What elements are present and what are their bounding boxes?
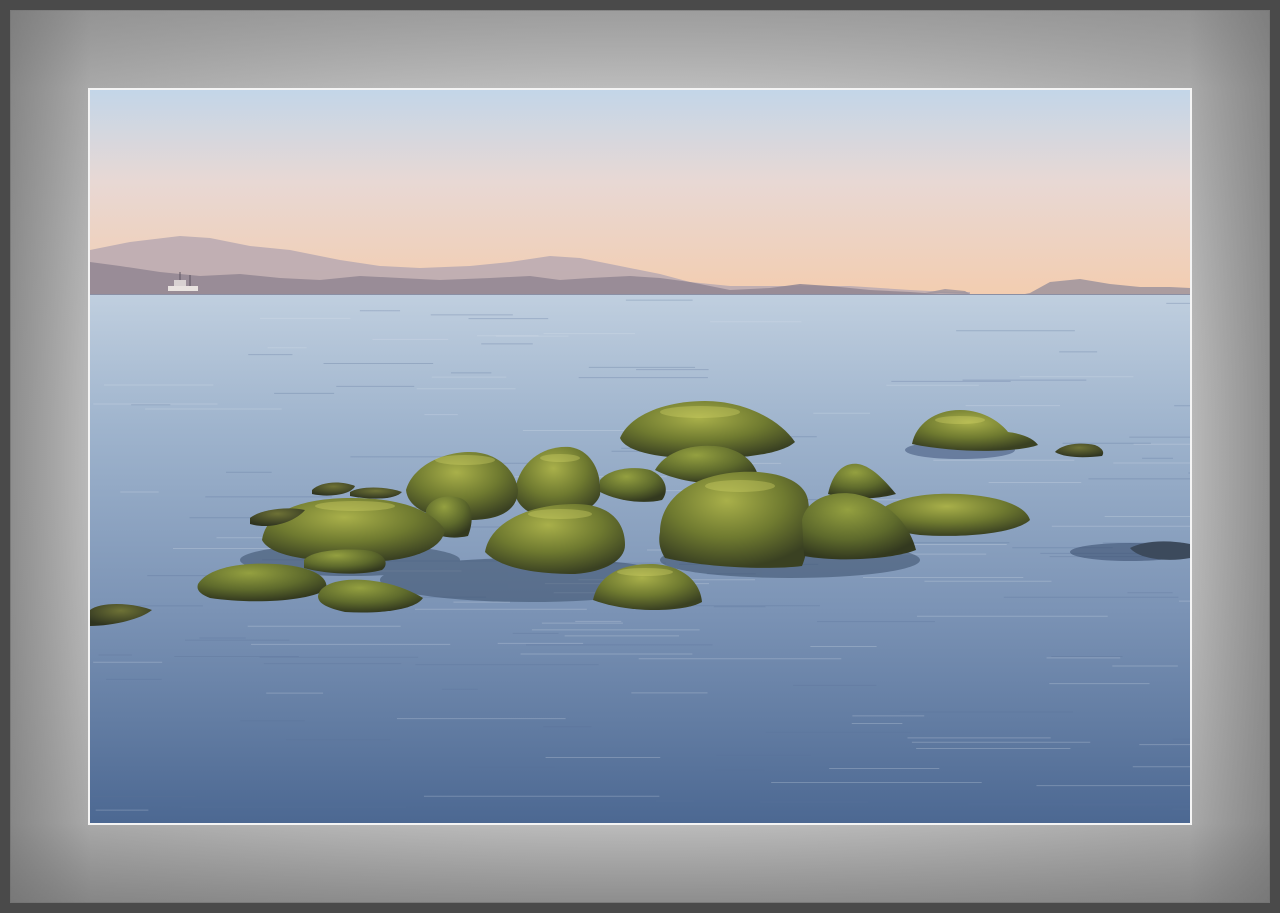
seascape-scene [90, 90, 1190, 823]
seascape-photo [90, 90, 1190, 823]
